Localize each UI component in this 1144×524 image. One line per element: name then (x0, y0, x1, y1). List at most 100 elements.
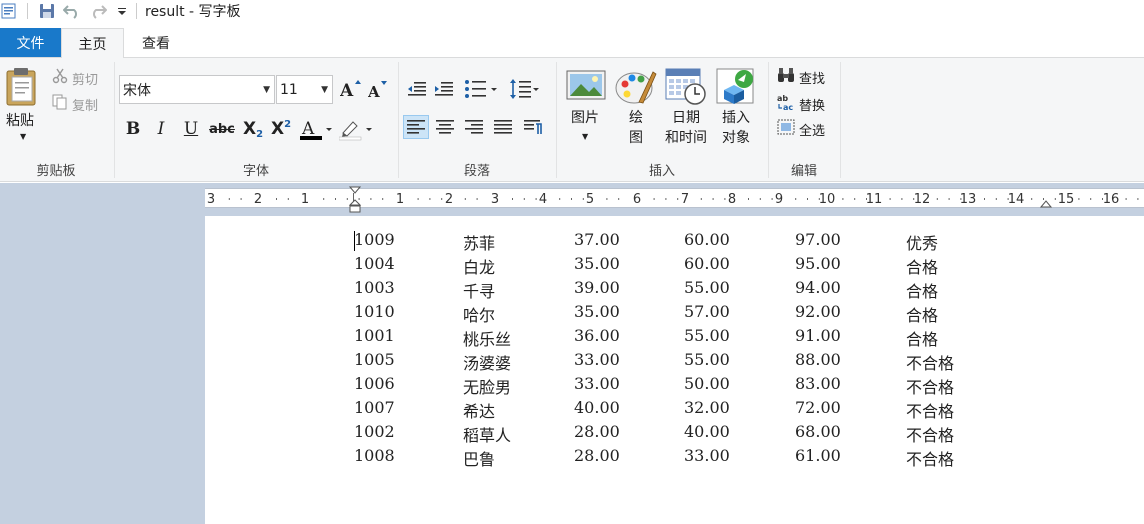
copy-label: 复制 (72, 98, 99, 114)
subscript-button[interactable]: X2 (240, 116, 266, 142)
superscript-button[interactable]: X2 (268, 116, 294, 142)
horizontal-ruler[interactable]: 3 2 1 1 2 3 4 5 6 7 8 9 10 11 12 13 14 15 16 (205, 188, 1144, 208)
document-line[interactable]: 1004 白龙 35.00 60.00 95.00 合格 (205, 254, 1144, 278)
tab-file[interactable]: 文件 (0, 28, 61, 57)
insert-picture-button[interactable]: 图片 ▼ (562, 64, 610, 150)
document-line[interactable]: 1003 千寻 39.00 55.00 94.00 合格 (205, 278, 1144, 302)
ruler-label: 2 (445, 192, 453, 207)
decrease-indent-button[interactable] (404, 77, 430, 101)
paste-label: 粘贴 (6, 113, 34, 129)
replace-icon: ab ac (777, 93, 795, 115)
ruler-tick (1007, 198, 1009, 200)
document-line[interactable]: 1007 希达 40.00 32.00 72.00 不合格 (205, 398, 1144, 422)
paste-button[interactable]: 粘贴 ▼ (4, 64, 42, 146)
strikethrough-button[interactable]: abc (208, 116, 236, 142)
italic-button[interactable]: I (151, 116, 171, 142)
copy-button[interactable]: 复制 (52, 94, 98, 114)
picture-dropdown-icon[interactable]: ▼ (582, 132, 588, 141)
document-cell: 桃乐丝 (463, 330, 512, 349)
document-cell: 88.00 (795, 350, 841, 369)
document-line[interactable]: 1009 苏菲 37.00 60.00 97.00 优秀 (205, 230, 1144, 254)
document-page[interactable]: 1009 苏菲 37.00 60.00 97.00 优秀 1004 白龙 35.00 60.00 9… (205, 216, 1144, 524)
document-line[interactable]: 1005 汤婆婆 33.00 55.00 88.00 不合格 (205, 350, 1144, 374)
paragraph-group-label: 段落 (463, 164, 490, 179)
line-spacing-button[interactable] (509, 77, 541, 101)
document-cell: 稻草人 (463, 426, 512, 445)
customize-quick-access-icon[interactable] (113, 2, 131, 20)
document-cell: 合格 (906, 330, 939, 349)
ruler-tick (665, 198, 667, 200)
right-indent-marker[interactable] (1039, 197, 1053, 209)
undo-icon[interactable] (63, 2, 81, 20)
cut-button[interactable]: 剪切 (52, 68, 98, 88)
document-cell: 汤婆婆 (463, 354, 512, 373)
document-cell: 55.00 (684, 278, 730, 297)
document-line[interactable]: 1008 巴鲁 28.00 33.00 61.00 不合格 (205, 446, 1144, 470)
find-button[interactable]: 查找 (777, 67, 825, 87)
document-cell: 40.00 (574, 398, 620, 417)
align-left-button[interactable] (403, 115, 429, 139)
svg-text:ab: ab (777, 94, 788, 103)
document-line[interactable]: 1010 哈尔 35.00 57.00 92.00 合格 (205, 302, 1144, 326)
paragraph-settings-button[interactable] (520, 115, 546, 139)
document-cell: 83.00 (795, 374, 841, 393)
select-all-label: 全选 (799, 123, 826, 139)
align-center-button[interactable] (432, 115, 458, 139)
document-cell: 不合格 (906, 402, 955, 421)
ruler-tick (1125, 198, 1127, 200)
insert-object-label-2: 对象 (722, 130, 750, 146)
ruler-tick (1090, 198, 1092, 200)
find-label: 查找 (799, 71, 826, 87)
indent-marker[interactable] (348, 186, 362, 214)
ruler-tick (382, 198, 384, 200)
bullet-list-button[interactable] (464, 77, 500, 101)
tab-home[interactable]: 主页 (61, 28, 124, 59)
grow-font-button[interactable]: A (339, 79, 361, 101)
copy-icon (52, 94, 68, 114)
document-line[interactable]: 1002 稻草人 28.00 40.00 68.00 不合格 (205, 422, 1144, 446)
insert-object-button[interactable]: 插入 对象 (714, 64, 758, 150)
highlight-color-button[interactable] (338, 117, 375, 143)
paste-dropdown-icon[interactable]: ▼ (20, 132, 26, 141)
tab-view[interactable]: 查看 (124, 28, 188, 57)
ruler-tick (441, 198, 443, 200)
document-cell: 94.00 (795, 278, 841, 297)
save-icon[interactable] (38, 2, 56, 20)
paint-label-1: 绘 (629, 110, 643, 126)
ruler-tick (346, 198, 348, 200)
select-all-button[interactable]: 全选 (777, 119, 825, 139)
increase-indent-button[interactable] (431, 77, 457, 101)
shrink-font-button[interactable]: A (367, 80, 388, 101)
ruler-label: 5 (586, 192, 594, 207)
bold-button[interactable]: B (122, 116, 144, 142)
ruler-tick (948, 198, 950, 200)
ruler-tick (984, 198, 985, 200)
document-line[interactable]: 1001 桃乐丝 36.00 55.00 91.00 合格 (205, 326, 1144, 350)
ruler-tick (913, 198, 915, 200)
document-cell: 60.00 (684, 254, 730, 273)
paint-drawing-button[interactable]: 绘 图 (614, 64, 658, 150)
font-size-select[interactable]: 11 ▼ (276, 75, 333, 104)
ruler-label: 9 (775, 192, 783, 207)
ruler-tick (795, 198, 797, 200)
align-right-button[interactable] (461, 115, 487, 139)
document-cell: 白龙 (463, 258, 496, 277)
ruler-label: 8 (728, 192, 736, 207)
underline-button[interactable]: U (180, 116, 202, 142)
ruler-tick (582, 198, 584, 200)
font-size-value: 11 (280, 81, 298, 98)
document-cell: 1010 (354, 302, 395, 321)
redo-icon[interactable] (89, 2, 107, 20)
document-line[interactable]: 1006 无脸男 33.00 50.00 83.00 不合格 (205, 374, 1144, 398)
ruler-tick (287, 198, 289, 200)
justify-button[interactable] (490, 115, 516, 139)
document-cell: 千寻 (463, 282, 496, 301)
replace-button[interactable]: ab ac 替换 (777, 93, 825, 115)
font-color-button[interactable]: A (300, 117, 334, 143)
window-title: result - 写字板 (145, 4, 241, 20)
font-family-select[interactable]: 宋体 ▼ (119, 75, 275, 104)
ruler-tick (276, 198, 277, 200)
date-time-button[interactable]: 日期 和时间 (662, 64, 710, 150)
chevron-down-icon: ▼ (321, 85, 328, 95)
wordpad-app-icon[interactable] (0, 2, 18, 20)
